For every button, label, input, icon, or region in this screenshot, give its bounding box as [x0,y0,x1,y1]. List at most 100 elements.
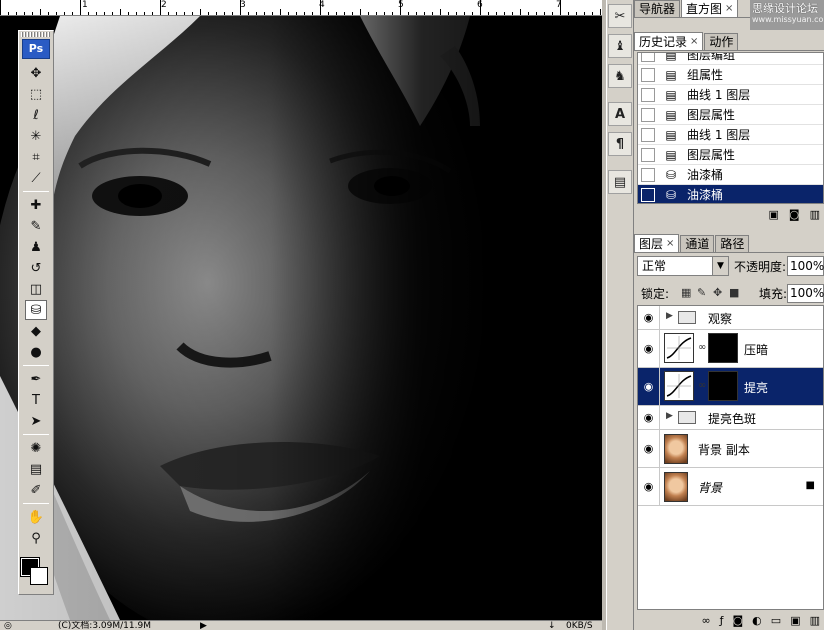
dock-brushes-button[interactable]: ♝ [608,34,632,58]
dodge-tool[interactable]: ● [25,342,47,362]
lock-all-icon[interactable]: ■ [729,286,739,299]
zoom-tool[interactable]: ⚲ [25,528,47,548]
history-item[interactable]: ▤ 组属性 [638,65,823,85]
tab-nav_tabs-0[interactable]: 导航器 [634,0,681,17]
clone-stamp-tool[interactable]: ♟ [25,237,47,257]
layer-row[interactable]: ◉ ∞ 压暗 [638,330,823,368]
eye-icon[interactable]: ◉ [638,430,660,467]
move-tool[interactable]: ✥ [25,63,47,83]
history-snapshot-checkbox[interactable] [641,67,655,82]
document-canvas[interactable] [0,16,602,620]
layer-row[interactable]: ◉ ∞ 提亮 [638,368,823,406]
opacity-input[interactable]: 100% [787,256,824,276]
layer-name[interactable]: 背景 副本 [698,441,750,458]
tab-layer_tabs-1[interactable]: 通道 [680,235,715,252]
history-item[interactable]: ▤ 曲线 1 图层 [638,85,823,105]
layer-row[interactable]: ◉ 背景 副本 [638,430,823,468]
blur-tool[interactable]: ◆ [25,321,47,341]
chevron-down-icon[interactable]: ▼ [712,257,728,275]
history-item[interactable]: ⛁ 油漆桶 [638,165,823,185]
history-snapshot-checkbox[interactable] [641,87,655,102]
shape-tool[interactable]: ✺ [25,438,47,458]
tab-history_tabs-0[interactable]: 历史记录 × [634,32,704,50]
background-color-swatch[interactable] [30,567,48,585]
link-icon[interactable]: ∞ [698,342,706,353]
expand-triangle-icon[interactable]: ▶ [666,311,673,321]
history-snapshot-checkbox[interactable] [641,53,655,62]
dock-notes-button[interactable]: ▤ [608,170,632,194]
tab-nav_tabs-1[interactable]: 直方图 × [681,0,739,17]
lasso-tool[interactable]: ℓ [25,105,47,125]
trash-icon[interactable]: ▥ [810,208,820,221]
layer-style-icon[interactable]: ƒ [720,614,724,627]
history-snapshot-checkbox[interactable] [641,127,655,142]
snapshot-camera-icon[interactable]: ◙ [789,208,800,221]
expand-triangle-icon[interactable]: ▶ [666,411,673,421]
lock-transparency-icon[interactable]: ▦ [681,286,691,299]
new-group-icon[interactable]: ▭ [771,614,781,627]
close-icon[interactable]: × [725,1,733,17]
new-document-icon[interactable]: ▣ [769,208,779,221]
history-snapshot-checkbox[interactable] [641,187,655,202]
eyedropper-tool[interactable]: ✐ [25,480,47,500]
trash-icon[interactable]: ▥ [810,614,820,627]
layer-row[interactable]: ◉ ▶ 观察 [638,306,823,330]
magic-wand-tool[interactable]: ✳ [25,126,47,146]
history-item[interactable]: ▤ 曲线 1 图层 [638,125,823,145]
fill-input[interactable]: 100% [787,284,824,303]
history-snapshot-checkbox[interactable] [641,107,655,122]
dock-tool-presets-button[interactable]: ✂ [608,4,632,28]
eye-icon[interactable]: ◉ [638,330,660,367]
history-brush-tool[interactable]: ↺ [25,258,47,278]
link-layers-icon[interactable]: ∞ [701,614,710,627]
layer-mask-icon[interactable]: ◙ [732,614,743,627]
close-icon[interactable]: × [666,236,674,252]
eye-icon[interactable]: ◉ [638,468,660,505]
eye-icon[interactable]: ◉ [638,368,660,405]
hand-tool[interactable]: ✋ [25,507,47,527]
photoshop-logo[interactable]: Ps [22,39,50,59]
tab-layer_tabs-0[interactable]: 图层 × [634,234,680,252]
dock-character-button[interactable]: A [608,102,632,126]
dock-paragraph-button[interactable]: ¶ [608,132,632,156]
healing-brush-tool[interactable]: ✚ [25,195,47,215]
layer-row[interactable]: ◉ ▶ 提亮色斑 [638,406,823,430]
adjustment-layer-icon[interactable]: ◐ [752,614,762,627]
eye-icon[interactable]: ◉ [638,306,660,329]
tab-layer_tabs-2[interactable]: 路径 [715,235,750,252]
crop-tool[interactable]: ⌗ [25,147,47,167]
history-snapshot-checkbox[interactable] [641,167,655,182]
layer-name[interactable]: 观察 [708,310,732,327]
history-item[interactable]: ⛁ 油漆桶 [638,185,823,203]
brush-tool[interactable]: ✎ [25,216,47,236]
dock-clone-button[interactable]: ♞ [608,64,632,88]
type-tool[interactable]: T [25,390,47,410]
layer-name[interactable]: 压暗 [744,341,768,358]
layer-name[interactable]: 背景 [698,479,722,496]
lock-position-icon[interactable]: ✥ [713,286,722,299]
history-snapshot-checkbox[interactable] [641,147,655,162]
layer-mask-thumbnail[interactable] [708,371,738,401]
pen-tool[interactable]: ✒ [25,369,47,389]
marquee-tool[interactable]: ⬚ [25,84,47,104]
layer-thumbnail[interactable] [664,434,688,464]
eye-icon[interactable]: ◉ [638,406,660,429]
blend-mode-select[interactable]: 正常 ▼ [637,256,729,276]
link-icon[interactable]: ∞ [698,380,706,391]
path-selection-tool[interactable]: ➤ [25,411,47,431]
notes-tool[interactable]: ▤ [25,459,47,479]
layer-name[interactable]: 提亮色斑 [708,410,756,427]
layer-thumbnail[interactable] [664,472,688,502]
new-layer-icon[interactable]: ▣ [790,614,800,627]
history-item[interactable]: ▤ 图层属性 [638,145,823,165]
history-item[interactable]: ▤ 图层属性 [638,105,823,125]
layer-name[interactable]: 提亮 [744,379,768,396]
tab-history_tabs-1[interactable]: 动作 [704,33,739,50]
close-icon[interactable]: × [690,34,698,50]
status-menu-arrow[interactable]: ▶ [200,621,207,630]
paint-bucket-tool[interactable]: ⛁ [25,300,47,320]
eraser-tool[interactable]: ◫ [25,279,47,299]
slice-tool[interactable]: ⟋ [25,168,47,188]
history-item[interactable]: ▤ 图层编组 [638,53,823,65]
layer-row[interactable]: ◉ 背景 ■ [638,468,823,506]
